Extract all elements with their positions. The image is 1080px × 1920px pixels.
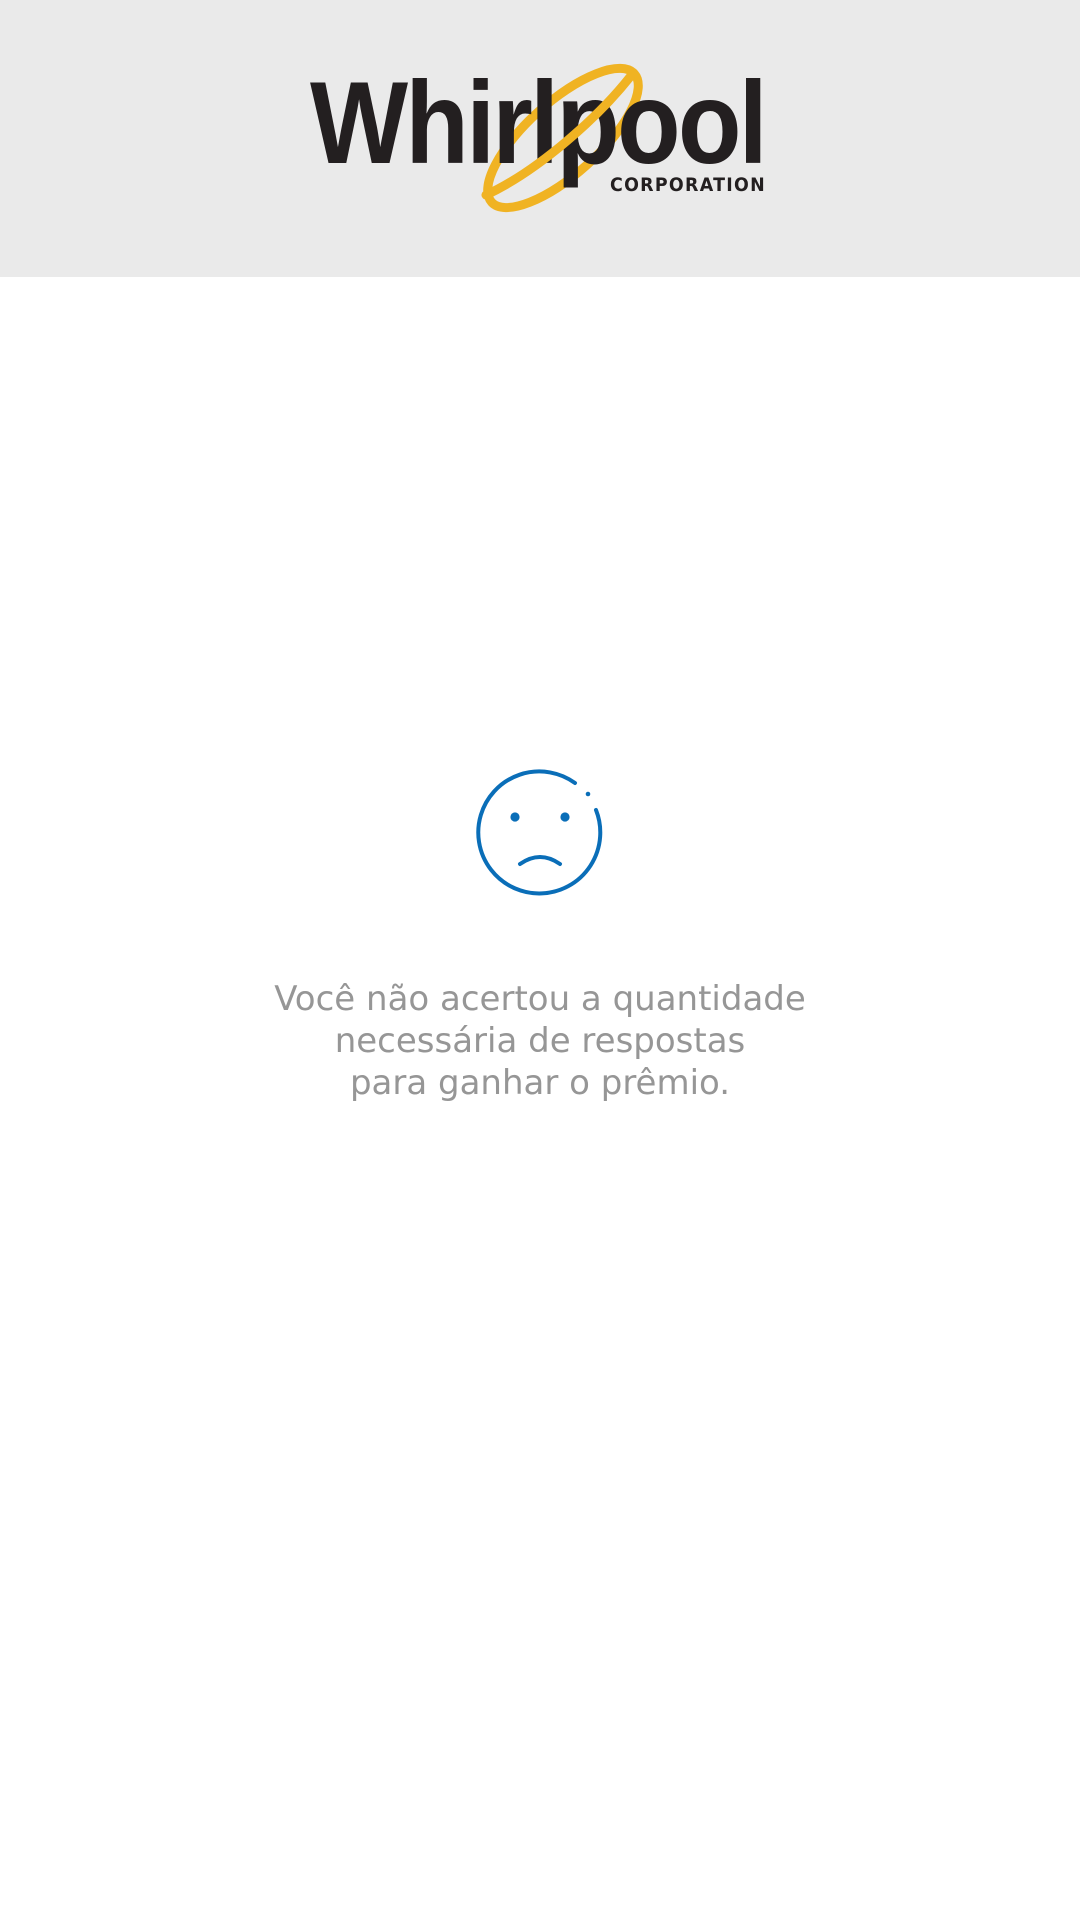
result-message-line-1: Você não acertou a quantidade <box>274 979 806 1019</box>
sad-face-icon <box>470 760 610 900</box>
result-message: Você não acertou a quantidade necessária… <box>140 978 940 1104</box>
result-message-line-3: para ganhar o prêmio. <box>349 1063 731 1103</box>
logo-tagline: CORPORATION <box>610 174 766 196</box>
whirlpool-logo: Whirlpool CORPORATION <box>300 55 780 225</box>
header-bar: Whirlpool CORPORATION <box>0 0 1080 277</box>
result-message-line-2: necessária de respostas <box>334 1021 746 1061</box>
